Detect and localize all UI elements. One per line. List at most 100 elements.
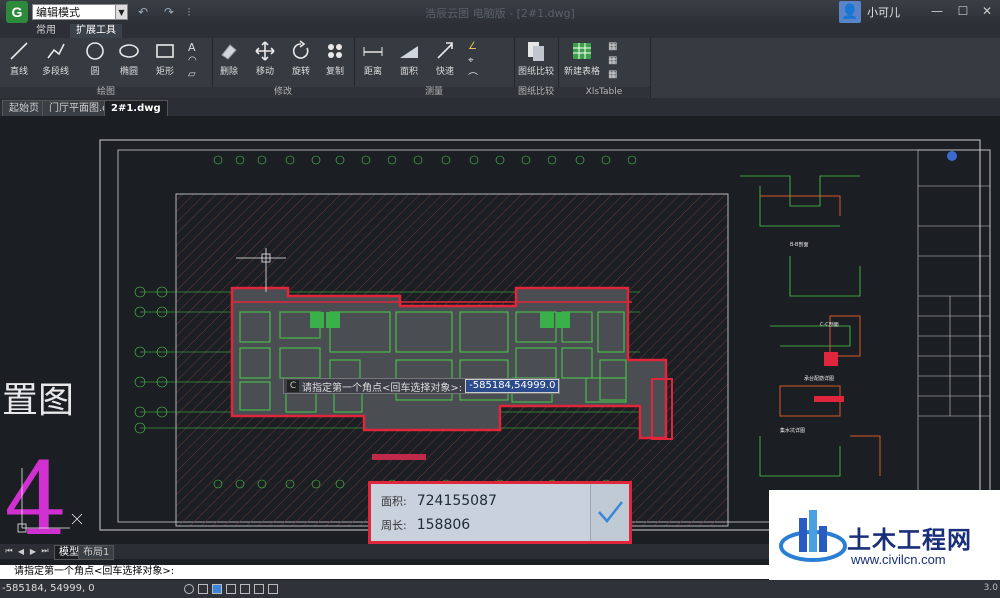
move-button[interactable]: 移动 [254,40,276,77]
osnap-icon[interactable] [240,584,250,594]
distance-label: 距离 [363,67,382,77]
perimeter-label: 周长: [381,519,407,532]
hatch-icon[interactable]: ▱ [188,69,202,81]
rectangle-label: 矩形 [155,67,174,77]
drawing-compare-label: 图纸比较 [518,67,555,77]
delete-button[interactable]: 删除 [218,40,240,77]
ribbon-group-xlstable: 新建表格 ▦ ▦ ▦ XlsTable [558,38,651,98]
perimeter-value: 158806 [416,517,471,533]
area-icon [400,46,418,58]
rotate-label: 旋转 [291,67,310,77]
doc-tab-start[interactable]: 起始页 [2,100,46,116]
tab-layout1[interactable]: 布局1 [78,545,115,560]
grid-icon[interactable] [198,584,208,594]
mode-select[interactable]: 编辑模式 [32,4,116,20]
doc-tab-current[interactable]: 2#1.dwg [104,100,168,116]
distance-button[interactable]: 距离 [362,40,384,77]
svg-text:B-B剖面: B-B剖面 [790,241,809,248]
drawing-content: B-B剖面 C-C剖面 承台配筋详图 集水坑详图 置图 4 [2,139,991,544]
drawing-canvas[interactable]: B-B剖面 C-C剖面 承台配筋详图 集水坑详图 置图 4 C 请指定第一个角点… [0,116,1000,544]
quick-access-more-icon[interactable]: ⁝ [184,4,194,20]
next-layout-icon[interactable]: ▶ [28,545,38,557]
new-table-button[interactable]: 新建表格 [564,40,600,77]
arc-icon[interactable]: ◠ [188,55,202,67]
new-table-label: 新建表格 [564,67,601,77]
first-layout-icon[interactable]: ⏮ [4,545,14,557]
prompt-text: 请指定第一个角点<回车选择对象>: [302,382,463,394]
ribbon-group-label-xlstable: XlsTable [558,87,650,98]
tab-common[interactable]: 常用 [30,24,62,38]
coordinate-input[interactable]: -585184,54999.0 [465,379,560,393]
coordinate-icon[interactable]: ⌖ [468,55,482,67]
svg-text:集水坑详图: 集水坑详图 [780,427,805,434]
quick-measure-button[interactable]: 快速 [434,40,456,77]
undo-icon[interactable]: ↶ [132,4,154,20]
ellipse-button[interactable]: 椭圆 [118,40,140,77]
chevron-down-icon[interactable]: ▼ [116,4,128,20]
rotate-button[interactable]: 旋转 [290,40,312,77]
maximize-icon[interactable]: ☐ [950,0,976,22]
area-value: 724155087 [416,493,497,509]
arc-length-icon[interactable]: ⌒ [468,69,482,84]
user-area[interactable]: 👤 小可儿 [839,0,900,24]
user-avatar-icon[interactable]: 👤 [839,1,861,23]
ribbon: 直线 多段线 圆 椭圆 矩形 A ◠ ▱ 绘图 删除 移动 旋转 复制 修改 距… [0,38,1000,98]
area-label: 面积 [399,67,418,77]
tab-extended-tools[interactable]: 扩展工具 [70,24,122,38]
circle-button[interactable]: 圆 [84,40,106,77]
prev-layout-icon[interactable]: ◀ [16,545,26,557]
snap-icon[interactable] [184,584,194,594]
version-label: 3.0 [983,583,998,593]
move-icon [255,41,275,61]
ribbon-group-draw: 直线 多段线 圆 椭圆 矩形 A ◠ ▱ 绘图 [0,38,213,98]
polyline-button[interactable]: 多段线 [42,40,69,77]
svg-text:C-C剖面: C-C剖面 [820,321,839,328]
lineweight-icon[interactable] [268,584,278,594]
redo-icon[interactable]: ↷ [158,4,180,20]
copy-label: 复制 [325,67,344,77]
table-edit-icon[interactable]: ▦ [608,41,622,53]
area-button[interactable]: 面积 [398,40,420,77]
watermark-url: www.civilcn.com [851,552,946,567]
minimize-icon[interactable]: — [924,0,950,22]
line-icon [10,42,28,60]
app-logo[interactable]: G [6,1,28,23]
angle-icon[interactable]: ∠ [468,41,482,53]
checkmark-icon [598,501,623,523]
compare-icon [528,42,544,61]
ortho-icon[interactable] [212,584,222,594]
ribbon-group-measure: 距离 面积 快速 ∠ ⌖ ⌒ 测量 [354,38,515,98]
status-bar: -585184, 54999, 0 3.0 [0,580,1000,598]
circle-icon [86,42,104,60]
line-label: 直线 [9,67,28,77]
rectangle-button[interactable]: 矩形 [154,40,176,77]
polar-icon[interactable] [226,584,236,594]
drawing-compare-button[interactable]: 图纸比较 [518,40,554,77]
confirm-button[interactable] [590,484,629,541]
watermark-title: 土木工程网 [847,526,972,554]
ruler-icon [363,47,383,56]
table-import-icon[interactable]: ▦ [608,69,622,81]
close-icon[interactable]: ✕ [974,0,1000,22]
copy-button[interactable]: 复制 [324,40,346,77]
perimeter-row: 周长: 158806 [381,517,470,533]
table-export-icon[interactable]: ▦ [608,55,622,67]
last-layout-icon[interactable]: ⏭ [40,545,50,557]
line-button[interactable]: 直线 [8,40,30,77]
ribbon-group-modify: 删除 移动 旋转 复制 修改 [212,38,355,98]
ellipse-icon [119,44,139,58]
otrack-icon[interactable] [254,584,264,594]
cursor-coordinates: -585184, 54999, 0 [2,583,95,594]
user-name[interactable]: 小可儿 [867,4,900,20]
polyline-icon [46,43,65,59]
ribbon-group-label-compare: 图纸比较 [514,87,558,98]
measure-result-panel: 面积: 724155087 周长: 158806 [368,481,632,544]
watermark: 土木工程网 www.civilcn.com [769,490,1000,580]
drawing-big-number: 4 [4,441,68,544]
text-icon[interactable]: A [188,41,202,54]
quick-measure-label: 快速 [435,67,454,77]
command-line[interactable]: 请指定第一个角点<回车选择对象>: [0,565,770,579]
rectangle-icon [156,44,174,58]
eraser-icon [221,44,237,60]
ribbon-tabs: 常用 扩展工具 [0,24,1000,38]
